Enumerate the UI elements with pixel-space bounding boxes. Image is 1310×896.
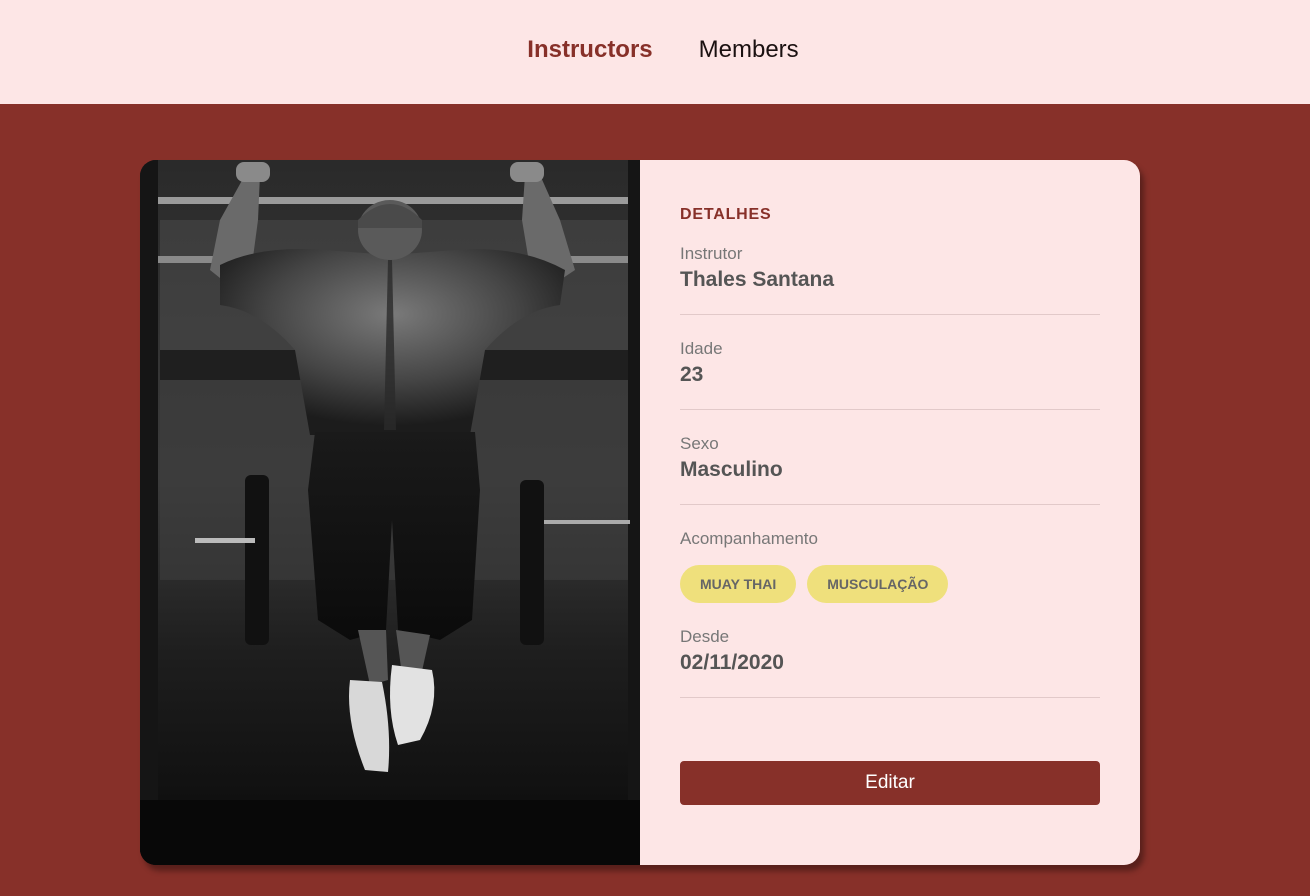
instructor-photo-image <box>140 160 640 865</box>
field-age-value: 23 <box>680 363 704 386</box>
services-tags: Muay Thai Musculação <box>680 565 1100 603</box>
nav-link-instructors[interactable]: Instructors <box>527 36 652 64</box>
field-instructor: Instrutor Thales Santana <box>680 244 1100 315</box>
nav-link-members[interactable]: Members <box>699 36 799 64</box>
field-since: Desde 02/11/2020 <box>680 627 1100 698</box>
field-age-label: Idade <box>680 339 723 358</box>
top-header: Instructors Members <box>0 0 1310 104</box>
field-since-label: Desde <box>680 627 730 646</box>
service-tag: Muay Thai <box>680 565 797 603</box>
field-gender-value: Masculino <box>680 458 783 481</box>
field-since-value: 02/11/2020 <box>680 651 784 674</box>
details-panel: DETALHES Instrutor Thales Santana Idade … <box>640 160 1140 865</box>
instructor-photo <box>140 160 640 865</box>
field-instructor-value: Thales Santana <box>680 268 835 291</box>
field-instructor-label: Instrutor <box>680 244 743 263</box>
field-services-label: Acompanhamento <box>680 529 818 548</box>
field-gender-label: Sexo <box>680 434 719 453</box>
field-gender: Sexo Masculino <box>680 434 1100 505</box>
instructor-card: DETALHES Instrutor Thales Santana Idade … <box>140 160 1140 865</box>
field-services: Acompanhamento Muay Thai Musculação <box>680 529 1100 603</box>
edit-button[interactable]: Editar <box>680 761 1100 805</box>
main-nav: Instructors Members <box>527 36 798 64</box>
details-title: DETALHES <box>680 206 772 223</box>
service-tag: Musculação <box>807 565 949 603</box>
field-age: Idade 23 <box>680 339 1100 410</box>
